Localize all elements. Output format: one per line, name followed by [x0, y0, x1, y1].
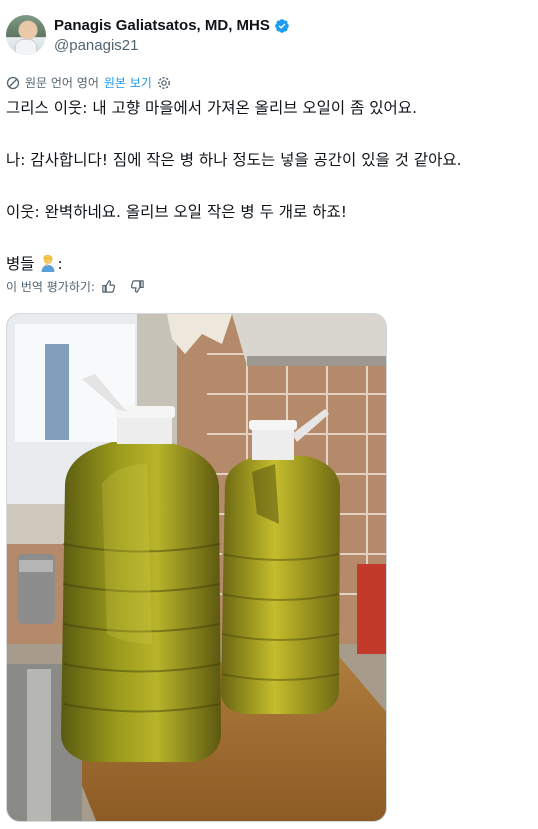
- olive-oil-jugs-image: [7, 314, 386, 821]
- author-name-row: Panagis Galiatsatos, MD, MHS: [54, 17, 290, 34]
- person-facepalming-emoji-icon: [41, 254, 55, 272]
- avatar[interactable]: [6, 15, 46, 55]
- tweet-line: 나: 감사합니다! 짐에 작은 병 하나 정도는 넣을 공간이 있을 것 같아요…: [6, 151, 462, 169]
- rate-translation-label: 이 번역 평가하기:: [6, 280, 95, 294]
- thumbs-down-icon[interactable]: [130, 279, 145, 294]
- verified-badge-icon: [275, 18, 289, 33]
- tweet-line: 이웃: 완벽하네요. 올리브 오일 작은 병 두 개로 하죠!: [6, 203, 347, 221]
- translate-icon: [6, 76, 20, 89]
- translation-source-label: 원문 언어 영어: [25, 76, 99, 90]
- tweet-header: Panagis Galiatsatos, MD, MHS @panagis21: [6, 15, 526, 59]
- avatar-shirt: [15, 39, 37, 55]
- author-name[interactable]: Panagis Galiatsatos, MD, MHS: [54, 17, 270, 34]
- tweet-line-last: 병들 :: [6, 252, 526, 276]
- thumbs-up-icon[interactable]: [101, 279, 116, 294]
- tweet-line: 그리스 이웃: 내 고향 마을에서 가져온 올리브 오일이 좀 있어요.: [6, 99, 417, 117]
- tweet-text: 그리스 이웃: 내 고향 마을에서 가져온 올리브 오일이 좀 있어요. 나: …: [6, 96, 526, 276]
- tweet-line-prefix: 병들: [6, 255, 40, 273]
- author-handle[interactable]: @panagis21: [54, 37, 138, 54]
- tweet-photo[interactable]: [6, 313, 387, 822]
- tweet-line-suffix: :: [57, 255, 63, 273]
- show-original-link[interactable]: 원본 보기: [104, 74, 152, 91]
- translation-bar: 원문 언어 영어 원본 보기: [6, 74, 171, 91]
- gear-icon[interactable]: [157, 76, 171, 90]
- rate-translation-bar: 이 번역 평가하기:: [6, 278, 145, 295]
